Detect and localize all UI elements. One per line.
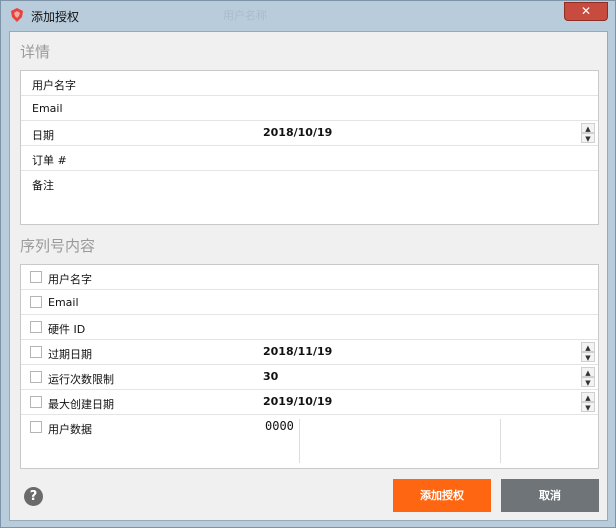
include-checkbox[interactable] [30,421,42,433]
field-label: 运行次数限制 [48,373,114,386]
spin-down-icon[interactable]: ▼ [581,402,595,412]
field-label: 硬件 ID [48,323,86,336]
serial-row-max-build-date[interactable]: 最大创建日期 2019/10/19 ▲ ▼ [21,390,598,415]
field-label: 用户数据 [48,423,92,436]
max-build-date-value[interactable]: 2019/10/19 [263,395,332,408]
run-limit-spinner[interactable]: ▲ ▼ [581,367,595,387]
hex-editor-divider [299,419,300,463]
serial-panel: 用户名字 Email 硬件 ID 过期日期 2018/11/19 ▲ ▼ 运行次… [20,264,599,469]
expiry-date-value[interactable]: 2018/11/19 [263,345,332,358]
field-label: 过期日期 [48,348,92,361]
field-label: 备注 [32,179,54,192]
field-row-order[interactable]: 订单 # [21,146,598,171]
dialog-body: 详情 用户名字 Email 日期 2018/10/19 ▲ ▼ 订单 # 备注 … [9,31,608,521]
serial-row-expiry-date[interactable]: 过期日期 2018/11/19 ▲ ▼ [21,340,598,365]
max-build-date-spinner[interactable]: ▲ ▼ [581,392,595,412]
serial-row-username[interactable]: 用户名字 [21,265,598,290]
include-checkbox[interactable] [30,396,42,408]
field-label: 最大创建日期 [48,398,114,411]
run-limit-value[interactable]: 30 [263,370,278,383]
title-bar[interactable]: 添加授权 用户名称 ✕ [1,1,615,29]
spin-up-icon[interactable]: ▲ [581,367,595,377]
details-section-title: 详情 [20,43,51,61]
spin-down-icon[interactable]: ▼ [581,377,595,387]
cancel-button[interactable]: 取消 [501,479,599,512]
user-data-hex-value[interactable]: 0000 [265,419,294,433]
expiry-date-spinner[interactable]: ▲ ▼ [581,342,595,362]
include-checkbox[interactable] [30,371,42,383]
close-icon: ✕ [580,4,592,18]
spin-up-icon[interactable]: ▲ [581,392,595,402]
field-row-email[interactable]: Email [21,96,598,121]
date-spinner[interactable]: ▲ ▼ [581,123,595,143]
field-row-notes[interactable]: 备注 [21,171,598,224]
spin-down-icon[interactable]: ▼ [581,133,595,143]
include-checkbox[interactable] [30,296,42,308]
app-logo-icon [11,8,23,22]
include-checkbox[interactable] [30,271,42,283]
serial-row-email[interactable]: Email [21,290,598,315]
spin-up-icon[interactable]: ▲ [581,123,595,133]
field-label: Email [48,296,79,309]
field-label: 订单 # [32,154,67,167]
serial-row-hardware-id[interactable]: 硬件 ID [21,315,598,340]
field-label: Email [32,102,63,115]
field-row-username[interactable]: 用户名字 [21,71,598,96]
close-button[interactable]: ✕ [564,2,608,21]
field-row-date[interactable]: 日期 2018/10/19 ▲ ▼ [21,121,598,146]
serial-row-user-data[interactable]: 用户数据 0000 [21,415,598,467]
add-license-button[interactable]: 添加授权 [393,479,491,512]
serial-section-title: 序列号内容 [20,237,96,255]
field-label: 用户名字 [48,273,92,286]
help-icon[interactable]: ? [24,487,43,506]
spin-down-icon[interactable]: ▼ [581,352,595,362]
background-window-text: 用户名称 [223,9,267,22]
serial-row-run-limit[interactable]: 运行次数限制 30 ▲ ▼ [21,365,598,390]
window-title: 添加授权 [31,10,80,24]
dialog-window: 添加授权 用户名称 ✕ 详情 用户名字 Email 日期 2018/10/19 … [0,0,616,528]
date-value[interactable]: 2018/10/19 [263,126,332,139]
details-panel: 用户名字 Email 日期 2018/10/19 ▲ ▼ 订单 # 备注 [20,70,599,225]
spin-up-icon[interactable]: ▲ [581,342,595,352]
include-checkbox[interactable] [30,346,42,358]
field-label: 日期 [32,129,54,142]
include-checkbox[interactable] [30,321,42,333]
hex-editor-divider [500,419,501,463]
field-label: 用户名字 [32,79,76,92]
